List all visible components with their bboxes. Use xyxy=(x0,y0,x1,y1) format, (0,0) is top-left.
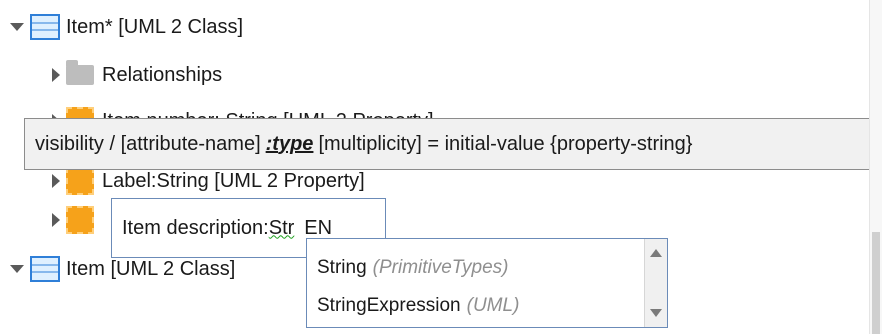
completion-item-name: String xyxy=(317,257,367,278)
collapse-arrow-icon[interactable] xyxy=(10,23,24,31)
tooltip-type-keyword: :type xyxy=(265,132,314,155)
uml-property-icon xyxy=(66,167,94,195)
tooltip-text-before: visibility / [attribute-name] xyxy=(35,132,261,155)
completion-item-name: StringExpression xyxy=(317,295,461,316)
completion-item-string[interactable]: String (PrimitiveTypes) xyxy=(317,251,508,285)
uml-class-icon xyxy=(30,256,60,282)
autocomplete-popup[interactable]: String (PrimitiveTypes) StringExpression… xyxy=(306,238,668,328)
tooltip-text-after: [multiplicity] = initial-value {property… xyxy=(318,132,693,155)
editor-value-typed: Str xyxy=(268,216,295,239)
editor-value: Item description: xyxy=(122,216,269,239)
tree-item-label: Item* [UML 2 Class] xyxy=(66,15,244,38)
scroll-down-arrow-icon[interactable] xyxy=(650,309,662,317)
tree-item-relationships[interactable]: Relationships xyxy=(52,58,222,92)
uml-property-icon xyxy=(66,206,94,234)
scrollbar-thumb[interactable] xyxy=(872,232,880,334)
completion-item-hint: (PrimitiveTypes) xyxy=(372,257,509,278)
syntax-hint-tooltip: visibility / [attribute-name] :type [mul… xyxy=(24,118,882,170)
language-indicator: EN xyxy=(304,216,333,239)
completion-item-stringexpression[interactable]: StringExpression (UML) xyxy=(317,289,519,323)
tree-item-label: Relationships xyxy=(102,63,223,86)
folder-icon xyxy=(66,60,94,85)
uml-tree-view: Item* [UML 2 Class] Relationships Item n… xyxy=(0,0,882,334)
tree-vertical-scrollbar[interactable] xyxy=(869,0,882,334)
tree-item-item-class-modified[interactable]: Item* [UML 2 Class] xyxy=(10,10,243,44)
expand-arrow-icon[interactable] xyxy=(52,68,60,82)
expand-arrow-icon[interactable] xyxy=(52,174,60,188)
scroll-up-arrow-icon[interactable] xyxy=(650,249,662,257)
tree-item-property-editing[interactable] xyxy=(52,203,102,237)
popup-scrollbar[interactable] xyxy=(644,239,667,327)
expand-arrow-icon[interactable] xyxy=(52,213,60,227)
collapse-arrow-icon[interactable] xyxy=(10,265,24,273)
completion-item-hint: (UML) xyxy=(466,295,520,316)
tree-item-label: Item [UML 2 Class] xyxy=(66,257,236,280)
tree-item-label: Label:String [UML 2 Property] xyxy=(102,169,365,192)
uml-class-icon xyxy=(30,14,60,40)
